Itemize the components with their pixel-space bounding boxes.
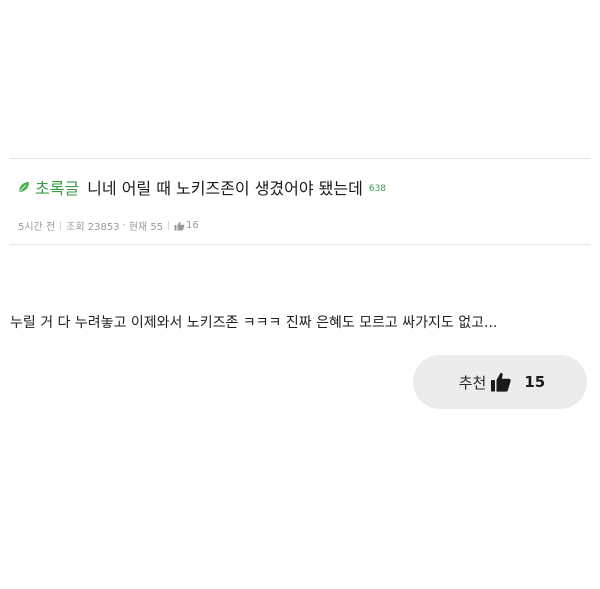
post-title-row[interactable]: 초록글 니네 어릴 때 노키즈존이 생겼어야 됐는데 638 [18, 174, 386, 200]
thumbs-up-icon [490, 371, 512, 393]
meta-divider [168, 221, 170, 230]
post-body: 누릴 거 다 누려놓고 이제와서 노키즈존 ㅋㅋㅋ 진짜 은혜도 모르고 싸가지… [10, 315, 498, 331]
thumbs-up-icon [174, 221, 185, 231]
view-count: 조회 23853 [66, 222, 120, 233]
content-divider [10, 244, 590, 245]
comment-count[interactable]: 638 [369, 184, 386, 194]
top-divider [10, 158, 590, 159]
post-title[interactable]: 니네 어릴 때 노키즈존이 생겼어야 됐는데 [87, 175, 363, 199]
current-viewers: 현재 55 [128, 222, 164, 233]
like-count: 16 [186, 220, 199, 231]
board-name[interactable]: 초록글 [35, 175, 79, 199]
leaf-icon [18, 181, 30, 193]
meta-dot: · [122, 220, 126, 231]
recommend-button[interactable]: 추천 15 [413, 355, 587, 409]
recommend-count: 15 [524, 373, 546, 391]
meta-divider [60, 221, 62, 230]
post-meta: 5시간 전 조회 23853 · 현재 55 16 [18, 218, 199, 233]
post-time: 5시간 전 [18, 222, 56, 233]
recommend-label: 추천 [458, 373, 487, 392]
